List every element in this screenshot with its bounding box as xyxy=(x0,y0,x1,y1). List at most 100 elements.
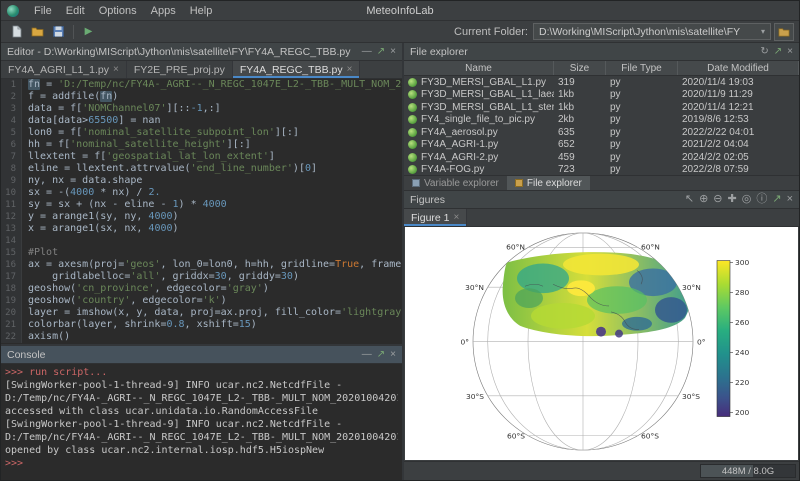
figure-tab[interactable]: Figure 1× xyxy=(404,209,467,226)
console-line: D:/Temp/nc/FY4A-_AGRI--_N_REGC_1047E_L2-… xyxy=(5,392,398,405)
line-number: 20 xyxy=(1,307,22,319)
close-panel-icon[interactable]: × xyxy=(787,47,793,57)
code-line[interactable]: 20layer = imshow(x, y, data, proj=ax.pro… xyxy=(1,307,402,319)
editor-tab[interactable]: FY2E_PRE_proj.py xyxy=(127,61,233,78)
code-text: hh = f['nominal_satellite_height'][:] xyxy=(28,139,251,151)
code-line[interactable]: 21colorbar(layer, shrink=0.8, xshift=15) xyxy=(1,319,402,331)
code-token: ] xyxy=(311,163,317,174)
run-script-button[interactable]: ▶ xyxy=(79,23,98,41)
code-line[interactable]: 12y = arange1(sy, ny, 4000) xyxy=(1,211,402,223)
file-row[interactable]: FY4A_AGRI-2.py459py2024/2/2 02:05 xyxy=(404,151,799,164)
editor-tab[interactable]: FY4A_AGRI_L1_1.py× xyxy=(1,61,127,78)
close-panel-icon[interactable]: × xyxy=(787,194,793,205)
menu-file[interactable]: File xyxy=(27,4,59,18)
menu-help[interactable]: Help xyxy=(183,4,220,18)
editor-tab[interactable]: FY4A_REGC_TBB.py× xyxy=(233,61,361,78)
code-token: 65500 xyxy=(88,115,118,126)
code-line[interactable]: 15#Plot xyxy=(1,247,402,259)
file-table-head: NameSizeFile TypeDate Modified xyxy=(404,61,799,76)
code-line[interactable]: 19geoshow('country', edgecolor='k') xyxy=(1,295,402,307)
file-row[interactable]: FY3D_MERSI_GBAL_L1_laea.py1kbpy2020/11/9… xyxy=(404,89,799,102)
zoom-out-icon[interactable]: ⊖ xyxy=(713,194,722,205)
float-panel-icon[interactable]: ↗ xyxy=(377,350,385,360)
browse-folder-button[interactable] xyxy=(774,23,794,41)
svg-text:60°N: 60°N xyxy=(641,243,660,252)
column-header-c2[interactable]: File Type xyxy=(606,61,678,75)
current-folder-combobox[interactable]: D:\Working\MIScript\Jython\mis\satellite… xyxy=(533,23,771,40)
code-line[interactable]: 10sx = -(4000 * nx) / 2. xyxy=(1,187,402,199)
file-row[interactable]: FY3D_MERSI_GBAL_L1.py319py2020/11/4 19:0… xyxy=(404,76,799,89)
chevron-down-icon[interactable]: ▾ xyxy=(757,27,765,36)
float-panel-icon[interactable]: ↗ xyxy=(774,47,782,57)
menu-options[interactable]: Options xyxy=(92,4,144,18)
console-output[interactable]: >>> run script...[SwingWorker-pool-1-thr… xyxy=(1,364,402,480)
line-number: 21 xyxy=(1,319,22,331)
figure-canvas[interactable]: 60°N 60°N 30°N 30°N 0° 0° 30°S 30°S 60°S… xyxy=(405,227,798,460)
file-cell: 459 xyxy=(554,152,606,163)
code-line[interactable]: 4data[data>65500] = nan xyxy=(1,115,402,127)
menu-edit[interactable]: Edit xyxy=(59,4,92,18)
code-line[interactable]: 14 xyxy=(1,235,402,247)
code-line[interactable]: 9ny, nx = data.shape xyxy=(1,175,402,187)
code-token: , xshift= xyxy=(185,319,239,330)
code-line[interactable]: 5lon0 = f['nominal_satellite_subpoint_lo… xyxy=(1,127,402,139)
code-token: , griddx= xyxy=(160,271,214,282)
tab-close-icon[interactable]: × xyxy=(454,212,460,223)
file-cell: 2019/8/6 12:53 xyxy=(678,114,799,125)
dock-tab-label: File explorer xyxy=(527,178,582,189)
code-text: geoshow('country', edgecolor='k') xyxy=(28,295,227,307)
code-line[interactable]: 11sy = sx + (nx - eline - 1) * 4000 xyxy=(1,199,402,211)
code-line[interactable]: 13x = arange1(sx, nx, 4000) xyxy=(1,223,402,235)
code-token: y = arange1(sy, ny, xyxy=(28,211,148,222)
tab-close-icon[interactable]: × xyxy=(347,64,353,75)
dock-tab-file-explorer[interactable]: File explorer xyxy=(507,176,590,190)
save-file-button[interactable] xyxy=(49,23,68,41)
code-token: 4000 xyxy=(148,211,172,222)
open-file-button[interactable] xyxy=(28,23,47,41)
minimize-icon[interactable]: — xyxy=(362,350,372,360)
column-header-c3[interactable]: Date Modified xyxy=(678,61,799,75)
code-line[interactable]: 16ax = axesm(proj='geos', lon_0=lon0, h=… xyxy=(1,259,402,271)
code-line[interactable]: 6hh = f['nominal_satellite_height'][:] xyxy=(1,139,402,151)
code-area[interactable]: 1fn = 'D:/Temp/nc/FY4A-_AGRI--_N_REGC_10… xyxy=(1,79,402,344)
code-line[interactable]: 2f = addfile(fn) xyxy=(1,91,402,103)
code-line[interactable]: 1fn = 'D:/Temp/nc/FY4A-_AGRI--_N_REGC_10… xyxy=(1,79,402,91)
current-folder-label: Current Folder: xyxy=(454,26,528,38)
close-panel-icon[interactable]: × xyxy=(390,350,396,360)
code-line[interactable]: 18geoshow('cn_province', edgecolor='gray… xyxy=(1,283,402,295)
full-extent-icon[interactable]: ◎ xyxy=(742,194,752,205)
float-panel-icon[interactable]: ↗ xyxy=(772,194,781,205)
code-token: ][:] xyxy=(227,139,251,150)
file-row[interactable]: FY4A_AGRI-1.py652py2021/2/2 04:04 xyxy=(404,139,799,152)
file-explorer-title: File explorer xyxy=(410,46,468,58)
new-file-button[interactable] xyxy=(7,23,26,41)
code-token: llextent = f[ xyxy=(28,151,106,162)
file-row[interactable]: FY4A_aerosol.py635py2022/2/22 04:01 xyxy=(404,126,799,139)
run-icon: ▶ xyxy=(85,26,93,37)
dock-tab-variable-explorer[interactable]: Variable explorer xyxy=(404,176,507,190)
column-header-name[interactable]: Name xyxy=(404,61,554,75)
menu-apps[interactable]: Apps xyxy=(144,4,183,18)
pan-icon[interactable]: ✚ xyxy=(728,194,737,205)
python-file-icon xyxy=(408,140,417,149)
code-line[interactable]: 3data = f['NOMChannel07'][::-1,:] xyxy=(1,103,402,115)
float-panel-icon[interactable]: ↗ xyxy=(377,47,385,57)
minimize-icon[interactable]: — xyxy=(362,47,372,57)
select-cursor-icon[interactable]: ↖ xyxy=(685,194,694,205)
file-row[interactable]: FY4_single_file_to_pic.py2kbpy2019/8/6 1… xyxy=(404,114,799,127)
console-line: [SwingWorker-pool-1-thread-9] INFO ucar.… xyxy=(5,418,398,431)
code-line[interactable]: 22axism() xyxy=(1,331,402,343)
memory-indicator[interactable]: 448M / 8.0G xyxy=(700,464,796,478)
zoom-in-icon[interactable]: ⊕ xyxy=(699,194,708,205)
column-header-c1[interactable]: Size xyxy=(554,61,606,75)
code-line[interactable]: 7llextent = f['geospatial_lat_lon_extent… xyxy=(1,151,402,163)
file-row[interactable]: FY3D_MERSI_GBAL_L1_stere.py1kbpy2020/11/… xyxy=(404,101,799,114)
refresh-icon[interactable]: ↻ xyxy=(760,47,768,57)
line-number: 4 xyxy=(1,115,22,127)
code-token: 'nominal_satellite_height' xyxy=(70,139,227,150)
tab-close-icon[interactable]: × xyxy=(113,64,119,75)
code-line[interactable]: 17 gridlabelloc='all', griddx=30, griddy… xyxy=(1,271,402,283)
identify-icon[interactable]: ⓘ xyxy=(756,194,767,205)
code-line[interactable]: 8eline = llextent.attrvalue('end_line_nu… xyxy=(1,163,402,175)
close-panel-icon[interactable]: × xyxy=(390,47,396,57)
